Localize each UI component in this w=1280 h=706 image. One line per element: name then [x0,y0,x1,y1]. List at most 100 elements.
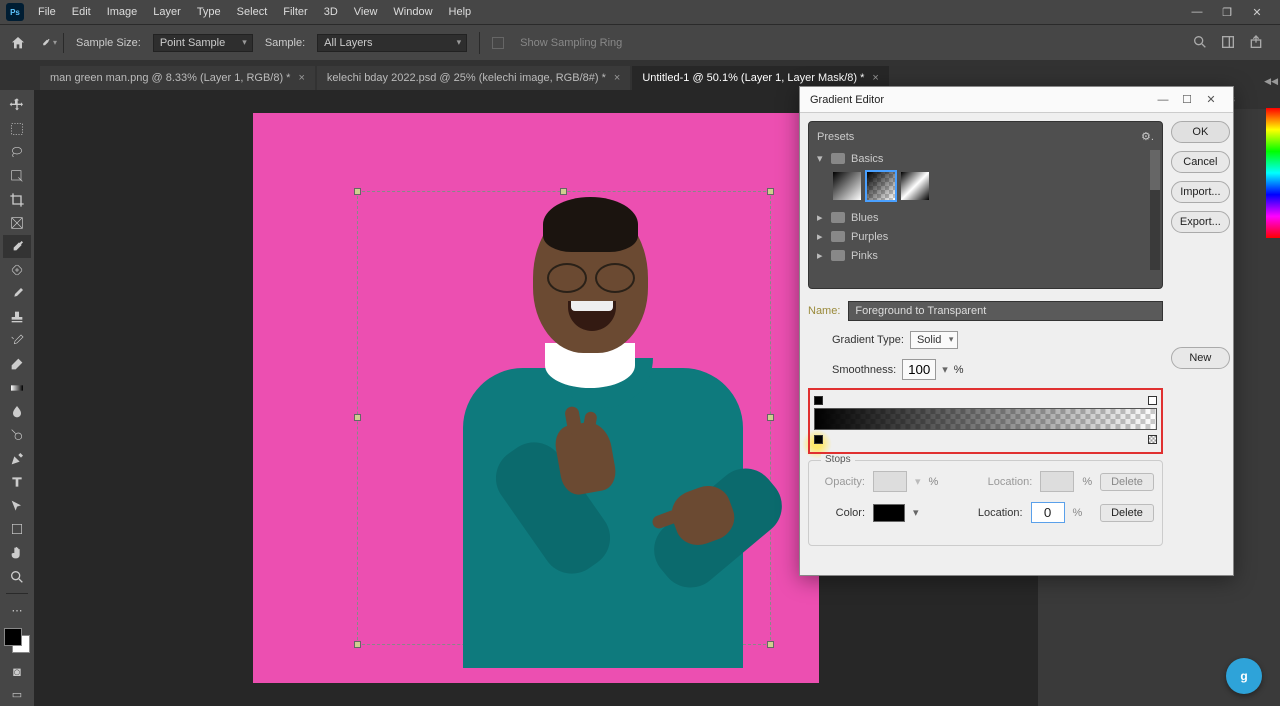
share-icon[interactable] [1248,34,1266,52]
window-restore[interactable]: ❐ [1218,6,1236,19]
path-tool[interactable] [3,495,31,518]
preset-thumb[interactable] [901,172,929,200]
document-tab[interactable]: kelechi bday 2022.psd @ 25% (kelechi ima… [317,66,630,90]
hand-tool[interactable] [3,542,31,565]
opacity-dropdown-icon: ▾ [915,475,921,488]
window-close[interactable]: ✕ [1248,6,1266,19]
opacity-unit: % [929,476,939,488]
preset-folder-basics[interactable]: ▾Basics [815,149,1156,168]
export-button[interactable]: Export... [1171,211,1230,233]
close-tab-icon[interactable]: × [298,72,304,84]
document-tab[interactable]: man green man.png @ 8.33% (Layer 1, RGB/… [40,66,315,90]
lasso-tool[interactable] [3,141,31,164]
smoothness-input[interactable] [902,359,936,380]
dialog-maximize[interactable]: ☐ [1175,93,1199,106]
eyedropper-tool[interactable] [3,235,31,258]
blur-tool[interactable] [3,400,31,423]
menu-view[interactable]: View [346,2,386,22]
gradient-bar[interactable] [808,388,1163,454]
stamp-tool[interactable] [3,306,31,329]
collapse-panels-icon[interactable]: ◀◀ [1264,76,1278,87]
selection-tool[interactable] [3,165,31,188]
search-icon[interactable] [1192,34,1210,52]
location-unit: % [1082,476,1092,488]
name-input[interactable] [848,301,1162,321]
pen-tool[interactable] [3,447,31,470]
menu-help[interactable]: Help [441,2,480,22]
show-ring-checkbox[interactable] [492,37,504,49]
sample-size-select[interactable]: Point Sample▾ [153,34,253,52]
crop-tool[interactable] [3,188,31,211]
move-tool[interactable] [3,94,31,117]
opacity-stop[interactable] [814,396,823,405]
more-tools-icon[interactable]: ⋯ [3,599,31,622]
menu-3d[interactable]: 3D [316,2,346,22]
menu-edit[interactable]: Edit [64,2,99,22]
subject-image [423,203,793,663]
color-stop[interactable] [814,435,823,444]
menu-image[interactable]: Image [99,2,146,22]
window-minimize[interactable]: ― [1188,6,1206,19]
close-tab-icon[interactable]: × [614,72,620,84]
preset-folder-purples[interactable]: ▸Purples [815,227,1156,246]
foreground-background-swatch[interactable] [4,628,30,652]
preset-folder-pinks[interactable]: ▸Pinks [815,246,1156,265]
opacity-stop[interactable] [1148,396,1157,405]
close-tab-icon[interactable]: × [872,72,878,84]
presets-gear-icon[interactable]: ⚙. [1141,130,1154,143]
hue-slider[interactable] [1266,108,1280,238]
dialog-titlebar[interactable]: Gradient Editor ― ☐ ✕ [800,87,1233,113]
opacity-input [873,471,907,492]
stops-section: Stops Opacity: ▾ % Location: % Delete Co… [808,460,1163,546]
menu-select[interactable]: Select [229,2,276,22]
frame-tool[interactable] [3,212,31,235]
gradient-tool[interactable] [3,377,31,400]
menu-type[interactable]: Type [189,2,229,22]
preset-folder-blues[interactable]: ▸Blues [815,208,1156,227]
color-stop[interactable] [1148,435,1157,444]
location-unit: % [1073,507,1083,519]
opacity-label: Opacity: [817,476,865,488]
eraser-tool[interactable] [3,353,31,376]
menu-window[interactable]: Window [385,2,440,22]
smoothness-dropdown-icon[interactable]: ▾ [942,363,948,376]
quickmask-icon[interactable]: ◙ [3,660,31,683]
screenmode-icon[interactable]: ▭ [3,683,31,706]
presets-scrollbar[interactable] [1150,150,1160,270]
dodge-tool[interactable] [3,424,31,447]
menu-file[interactable]: File [30,2,64,22]
preset-thumb[interactable] [833,172,861,200]
preset-thumb[interactable] [867,172,895,200]
marquee-tool[interactable] [3,118,31,141]
color-swatch[interactable] [873,504,905,522]
sample-select[interactable]: All Layers▾ [317,34,467,52]
type-tool[interactable] [3,471,31,494]
color-location-input[interactable] [1031,502,1065,523]
dialog-close[interactable]: ✕ [1199,93,1223,106]
new-button[interactable]: New [1171,347,1230,369]
sample-size-label: Sample Size: [76,37,141,49]
import-button[interactable]: Import... [1171,181,1230,203]
shape-tool[interactable] [3,518,31,541]
brush-tool[interactable] [3,283,31,306]
app-logo: Ps [6,3,24,21]
color-dropdown-icon[interactable]: ▾ [913,506,919,519]
menu-filter[interactable]: Filter [275,2,315,22]
workspace-icon[interactable] [1220,34,1238,52]
gradient-preview[interactable] [814,408,1157,430]
healing-tool[interactable] [3,259,31,282]
watermark-icon: g [1226,658,1262,694]
gradient-type-select[interactable]: Solid [910,331,958,349]
zoom-tool[interactable] [3,565,31,588]
current-tool-icon[interactable]: ▾ [40,33,64,53]
home-icon[interactable] [8,33,28,53]
tools-panel: ⋯ ◙ ▭ [0,90,34,706]
ok-button[interactable]: OK [1171,121,1230,143]
location-label: Location: [984,476,1032,488]
delete-opacity-stop: Delete [1100,473,1154,491]
dialog-minimize[interactable]: ― [1151,94,1175,106]
cancel-button[interactable]: Cancel [1171,151,1230,173]
history-brush-tool[interactable] [3,330,31,353]
delete-color-stop[interactable]: Delete [1100,504,1154,522]
menu-layer[interactable]: Layer [145,2,189,22]
